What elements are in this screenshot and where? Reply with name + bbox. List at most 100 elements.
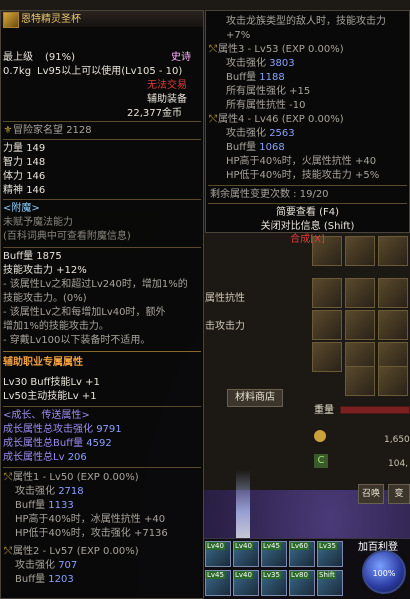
skill-attack: 技能攻击力 +12% — [3, 265, 87, 276]
attr4-header: ⤲属性4 - Lv46 (EXP 0.00%) — [208, 113, 344, 126]
enchant-hint: (百科词典中可查看附魔信息) — [3, 231, 131, 242]
attr3-line: 攻击强化 3803 — [226, 57, 295, 70]
stat-row: 智力 148 — [3, 156, 45, 169]
inventory-slot[interactable] — [378, 366, 408, 396]
stat-name: 精神 — [3, 185, 23, 196]
attr-value: 2718 — [58, 486, 84, 497]
item-category: 辅助装备 — [147, 94, 187, 105]
skill-slot[interactable]: Lv45 — [261, 541, 287, 567]
buff-amount: Buff量 1875 — [3, 251, 62, 262]
desc-line: - 该属性Lv之和超过Lv240时，增加1%的 — [3, 279, 188, 290]
attr4-line: Buff量 1068 — [226, 141, 285, 154]
desc-line: - 该属性Lv之和每增加Lv40时，额外 — [3, 307, 166, 318]
inventory-slot[interactable] — [378, 278, 408, 308]
item-rarity: 史诗 — [171, 52, 191, 63]
growth-text: 成长属性总攻击强化 — [3, 424, 93, 435]
skill-level: Lv40 — [206, 542, 225, 550]
stat-row: 体力 146 — [3, 170, 45, 183]
inventory-slot[interactable] — [312, 278, 342, 308]
skill-slot[interactable]: Lv40 — [233, 570, 259, 596]
enchant-none: 未赋予魔法能力 — [3, 217, 73, 228]
item-tooltip: 恩特精灵圣杯 最上级 (91%) 史诗 0.7kg Lv95以上可以使用(Lv1… — [0, 10, 204, 599]
skill-slot[interactable]: Lv40 — [205, 541, 231, 567]
growth-value: 4592 — [86, 438, 112, 449]
attribute-icon: ⤲ — [4, 472, 12, 483]
growth-value: 206 — [67, 452, 87, 463]
growth-line: 成长属性总Lv 206 — [3, 451, 87, 464]
item-quality: (91%) — [45, 52, 76, 63]
inventory-slot[interactable] — [378, 310, 408, 340]
skill-slot[interactable]: Shift — [317, 570, 343, 596]
attr1-line: 攻击强化 2718 — [15, 485, 84, 498]
c-currency-icon: C — [314, 454, 328, 468]
skill-level: Lv60 — [290, 542, 309, 550]
item-level-requirement: Lv95以上可以使用(Lv105 - 10) — [37, 66, 183, 77]
skill-slot[interactable]: Lv35 — [261, 570, 287, 596]
stat-value: 148 — [26, 157, 46, 168]
attr3-line: 所有属性强化 +15 — [226, 86, 311, 97]
attr-value: 1133 — [48, 500, 74, 511]
divider — [3, 139, 201, 140]
skill-level: Lv40 — [234, 571, 253, 579]
fame-label: 冒险家名望 — [13, 125, 63, 136]
attr-text: 攻击强化 — [226, 58, 266, 69]
fame-value: 2128 — [66, 125, 92, 136]
attr2-header-text: 属性2 - Lv57 (EXP 0.00%) — [13, 546, 139, 557]
divider — [208, 185, 407, 186]
attr4-header-text: 属性4 - Lv46 (EXP 0.00%) — [218, 114, 344, 125]
attr-text: Buff量 — [226, 72, 257, 83]
stat-name: 体力 — [3, 171, 23, 182]
skill-slot[interactable]: Lv45 — [205, 570, 231, 596]
aux-line: Lv30 Buff技能Lv +1 — [3, 377, 100, 388]
desc-line: - 穿戴Lv100以下装备时不适用。 — [3, 335, 151, 346]
skill-slot[interactable]: Lv60 — [289, 541, 315, 567]
inventory-slot[interactable] — [345, 310, 375, 340]
growth-header: <成长、传送属性> — [3, 410, 90, 421]
inventory-slot[interactable] — [312, 342, 342, 372]
attr3-header-text: 属性3 - Lv53 (EXP 0.00%) — [218, 44, 344, 55]
attr1-line: HP高于40%时，冰属性抗性 +40 — [15, 514, 166, 525]
divider — [3, 199, 201, 200]
fame-row: ⚜冒险家名望 2128 — [3, 124, 92, 137]
divider — [3, 406, 201, 407]
attr-text: 攻击强化 — [15, 486, 55, 497]
stat-row: 精神 146 — [3, 184, 45, 197]
item-name: 恩特精灵圣杯 — [21, 14, 81, 25]
inventory-slot[interactable] — [345, 278, 375, 308]
goblet-icon — [3, 12, 19, 28]
attribute-icon: ⤲ — [209, 44, 217, 55]
skill-level: Lv35 — [262, 571, 281, 579]
inventory-slot[interactable] — [312, 310, 342, 340]
skill-level: Lv35 — [318, 542, 337, 550]
stat-value: 146 — [26, 171, 46, 182]
attribute-tooltip: 攻击龙族类型的敌人时，技能攻击力 +7% ⤲属性3 - Lv53 (EXP 0.… — [205, 10, 410, 233]
attribute-icon: ⤲ — [209, 114, 217, 125]
desc-line: 技能攻击力。(0%) — [3, 293, 87, 304]
dragon-bonus-value: +7% — [226, 30, 251, 41]
summon-button[interactable]: 召唤 — [358, 484, 384, 504]
material-shop-button[interactable]: 材料商店 — [227, 389, 283, 407]
fame-icon: ⚜ — [3, 125, 13, 136]
stat-name: 智力 — [3, 157, 23, 168]
bg-attack-label: 击攻击力 — [205, 321, 245, 332]
skill-slot[interactable]: Lv80 — [289, 570, 315, 596]
attr1-header-text: 属性1 - Lv50 (EXP 0.00%) — [13, 472, 139, 483]
enchant-header: <附魔> — [3, 203, 40, 214]
attr4-line: 攻击强化 2563 — [226, 127, 295, 140]
stat-value: 149 — [26, 143, 46, 154]
divider — [3, 467, 201, 468]
light-beam-effect — [236, 470, 250, 540]
growth-text: 成长属性总Buff量 — [3, 438, 84, 449]
skill-slot[interactable]: Lv35 — [317, 541, 343, 567]
close-compare-button[interactable]: 关闭对比信息 (Shift) — [206, 220, 409, 233]
aux-class-header: 辅助职业专属属性 — [3, 357, 83, 368]
inventory-slot[interactable] — [345, 366, 375, 396]
weight-bar — [340, 406, 410, 414]
attr2-line: Buff量 1203 — [15, 573, 74, 586]
skill-slot[interactable]: Lv40 — [233, 541, 259, 567]
gold-coin-icon — [314, 430, 326, 442]
combine-button[interactable]: 合成[X] — [205, 233, 410, 246]
brief-view-button[interactable]: 简要查看 (F4) — [206, 206, 409, 219]
growth-line: 成长属性总Buff量 4592 — [3, 437, 112, 450]
transform-button[interactable]: 变 — [388, 484, 410, 504]
